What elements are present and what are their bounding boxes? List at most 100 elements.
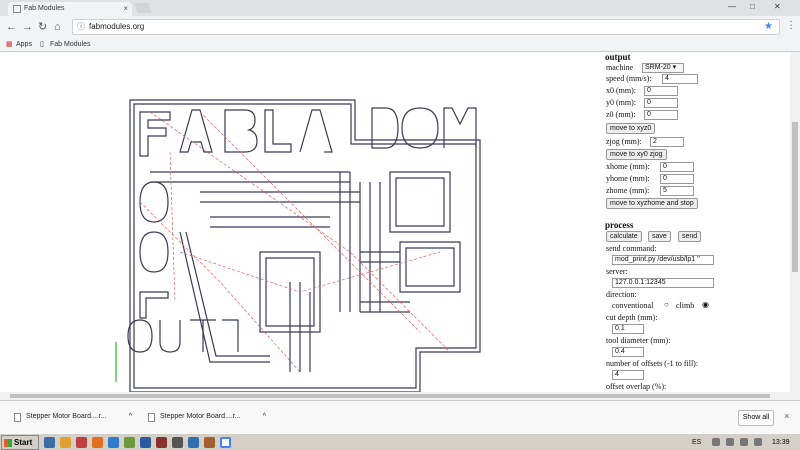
z0-input[interactable]: 0 xyxy=(644,110,678,120)
page-content: output machine SRM-20 ▾ speed (mm/s): 4 … xyxy=(0,52,800,400)
browser-tab[interactable]: Fab Modules × xyxy=(8,2,132,16)
letter-path xyxy=(224,109,258,153)
zjog-label: zjog (mm): xyxy=(606,137,642,146)
taskbar-app-icon[interactable] xyxy=(44,437,55,448)
zjog-input[interactable]: 2 xyxy=(650,137,684,147)
taskbar-app-icon[interactable] xyxy=(172,437,183,448)
tray-icon[interactable] xyxy=(754,438,762,446)
windows-logo-icon xyxy=(4,439,12,447)
tool-diameter-label: tool diameter (mm): xyxy=(606,336,671,345)
vertical-scroll-thumb[interactable] xyxy=(792,122,798,272)
chip-pad xyxy=(399,241,461,293)
calculate-button[interactable]: calculate xyxy=(606,231,642,242)
tab-strip: Fab Modules × — □ ✕ xyxy=(0,0,800,16)
tool-diameter-input[interactable]: 0.4 xyxy=(612,347,644,357)
tab-title: Fab Modules xyxy=(24,5,65,12)
new-tab-button[interactable] xyxy=(134,3,152,13)
bookmark-apps[interactable]: Apps xyxy=(16,38,32,51)
xhome-label: xhome (mm): xyxy=(606,162,650,171)
chevron-up-icon[interactable]: ^ xyxy=(129,409,132,425)
toolpath-canvas xyxy=(115,99,481,392)
taskbar-app-icon[interactable] xyxy=(124,437,135,448)
letter-path xyxy=(127,319,153,353)
horizontal-scroll-thumb[interactable] xyxy=(10,394,770,398)
taskbar-app-icon[interactable] xyxy=(156,437,167,448)
speed-input[interactable]: 4 xyxy=(662,74,698,84)
speed-label: speed (mm/s): xyxy=(606,74,652,83)
download-item[interactable]: Stepper Motor Board....r... ^ xyxy=(146,409,266,425)
reload-icon[interactable]: ↻ xyxy=(38,20,47,34)
maximize-icon[interactable]: □ xyxy=(750,0,755,14)
vertical-scrollbar[interactable] xyxy=(790,52,800,400)
chevron-up-icon[interactable]: ^ xyxy=(263,409,266,425)
horizontal-scrollbar[interactable] xyxy=(0,392,790,400)
move-to-xy0-zjog-button[interactable]: move to xy0 zjog xyxy=(606,149,667,160)
trace xyxy=(289,282,311,372)
yhome-input[interactable]: 0 xyxy=(660,174,694,184)
send-command-input[interactable]: mod_print.py /dev/usb/lp1 '' xyxy=(612,255,714,265)
y0-label: y0 (mm): xyxy=(606,98,636,107)
trace xyxy=(360,251,410,313)
chrome-icon[interactable] xyxy=(220,437,231,448)
info-icon[interactable]: ⓘ xyxy=(77,20,85,34)
climb-label: climb xyxy=(676,301,695,310)
taskbar-app-icon[interactable] xyxy=(204,437,215,448)
download-filename: Stepper Motor Board....r... xyxy=(160,413,241,420)
move-to-xyz0-button[interactable]: move to xyz0 xyxy=(606,123,656,134)
server-input[interactable]: 127.0.0.1:12345 xyxy=(612,278,714,288)
download-item[interactable]: Stepper Motor Board....r... ^ xyxy=(12,409,132,425)
menu-icon[interactable]: ⋮ xyxy=(786,20,796,31)
taskbar-app-icon[interactable] xyxy=(76,437,87,448)
zhome-label: zhome (mm): xyxy=(606,186,650,195)
taskbar-app-icon[interactable] xyxy=(140,437,151,448)
xhome-input[interactable]: 0 xyxy=(660,162,694,172)
output-heading: output xyxy=(605,52,631,62)
tray-icon[interactable] xyxy=(740,438,748,446)
taskbar-app-icon[interactable] xyxy=(108,437,119,448)
machine-label: machine xyxy=(606,63,634,72)
y0-input[interactable]: 0 xyxy=(644,98,678,108)
show-all-button[interactable]: Show all xyxy=(738,410,774,426)
url-text: fabmodules.org xyxy=(89,22,145,31)
tray-icon[interactable] xyxy=(712,438,720,446)
letter-path xyxy=(139,111,171,157)
move-to-xyzhome-button[interactable]: move to xyzhome and stop xyxy=(606,198,698,209)
download-filename: Stepper Motor Board....r... xyxy=(26,413,107,420)
trace xyxy=(339,172,381,312)
tray-icon[interactable] xyxy=(726,438,734,446)
tab-close-icon[interactable]: × xyxy=(123,2,128,16)
letter-path xyxy=(299,109,333,153)
x0-input[interactable]: 0 xyxy=(644,86,678,96)
save-button[interactable]: save xyxy=(648,231,671,242)
send-button[interactable]: send xyxy=(678,231,702,242)
board-outline xyxy=(133,103,477,389)
window-close-icon[interactable]: ✕ xyxy=(774,0,781,14)
start-button[interactable]: Start xyxy=(1,435,39,450)
machine-select[interactable]: SRM-20 ▾ xyxy=(642,63,684,73)
minimize-icon[interactable]: — xyxy=(728,0,736,14)
offsets-label: number of offsets (-1 to fill): xyxy=(606,359,699,368)
close-downloads-icon[interactable]: × xyxy=(784,411,789,421)
forward-icon[interactable]: → xyxy=(22,20,33,34)
taskbar-app-icon[interactable] xyxy=(188,437,199,448)
offsets-input[interactable]: 4 xyxy=(612,370,644,380)
letter-path xyxy=(179,109,213,153)
taskbar-app-icon[interactable] xyxy=(92,437,103,448)
chip-pad xyxy=(389,171,451,233)
home-icon[interactable]: ⌂ xyxy=(54,20,61,34)
conventional-radio[interactable]: ○ xyxy=(664,300,669,309)
zhome-input[interactable]: 5 xyxy=(660,186,694,196)
back-icon[interactable]: ← xyxy=(6,20,17,34)
overlap-label: offset overlap (%): xyxy=(606,382,667,391)
file-icon xyxy=(148,413,155,422)
cut-depth-input[interactable]: 0.1 xyxy=(612,324,644,334)
address-bar[interactable]: ⓘ fabmodules.org ★ xyxy=(72,19,780,35)
bookmark-star-icon[interactable]: ★ xyxy=(764,20,773,34)
letter-path xyxy=(401,107,439,149)
climb-radio[interactable]: ◉ xyxy=(702,300,709,309)
downloads-bar: Stepper Motor Board....r... ^ Stepper Mo… xyxy=(0,400,800,433)
language-indicator[interactable]: ES xyxy=(692,436,701,449)
taskbar-app-icon[interactable] xyxy=(60,437,71,448)
x0-label: x0 (mm): xyxy=(606,86,636,95)
bookmark-fab-modules[interactable]: Fab Modules xyxy=(50,38,90,51)
